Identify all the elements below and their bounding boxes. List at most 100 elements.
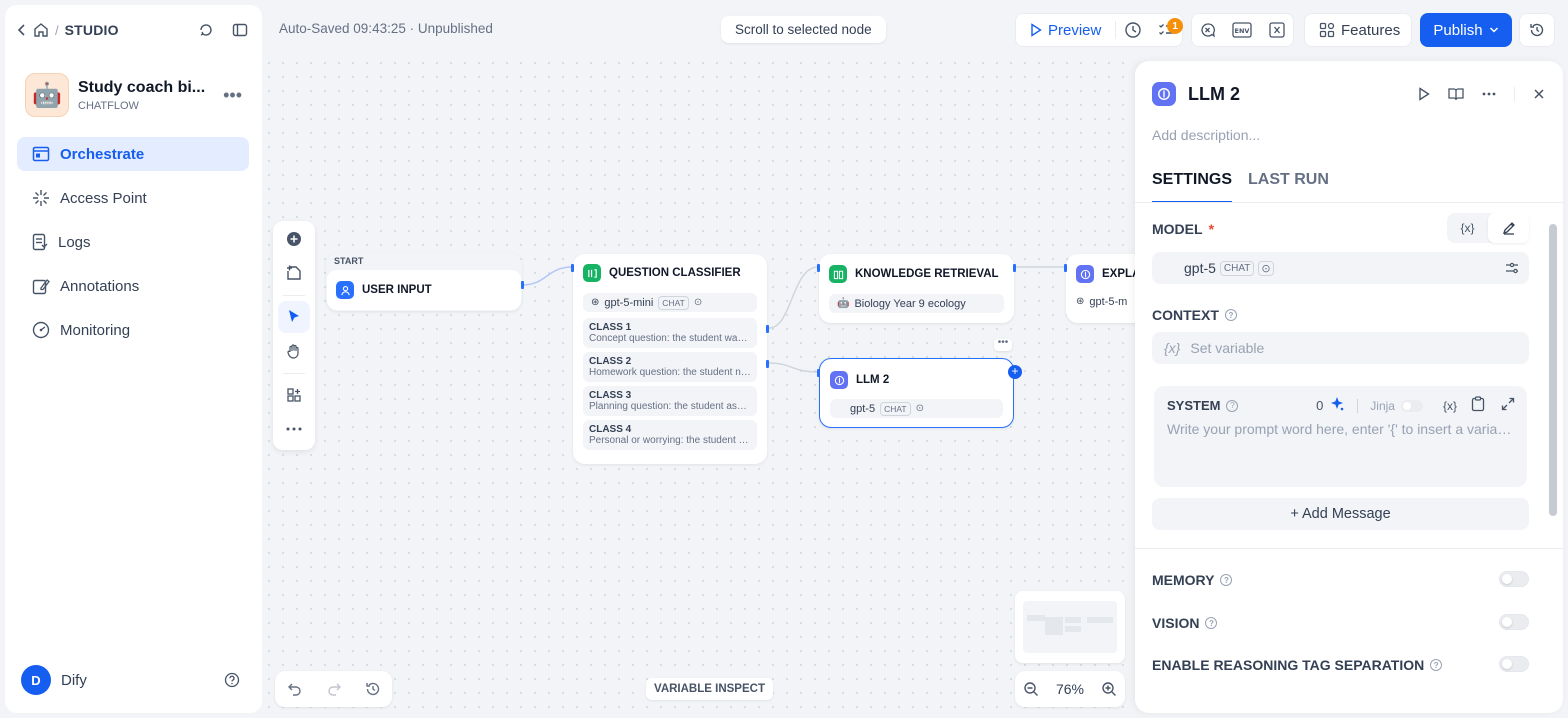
class-item[interactable]: CLASS 2 Homework question: the student n… — [583, 352, 757, 382]
add-message-button[interactable]: + Add Message — [1152, 498, 1529, 530]
preview-button[interactable]: Preview — [1016, 22, 1115, 39]
memory-toggle[interactable] — [1499, 571, 1529, 587]
system-prompt-editor[interactable]: SYSTEM ? 0 Jinja {x} Write your prompt w… — [1154, 386, 1527, 487]
node-input-handle[interactable] — [817, 369, 820, 377]
sidebar-item-access-point[interactable]: Access Point — [17, 181, 249, 215]
features-button[interactable]: Features — [1305, 22, 1414, 39]
sidebar-item-orchestrate[interactable]: Orchestrate — [17, 137, 249, 171]
help-docs-icon[interactable] — [1448, 87, 1464, 101]
sidebar-item-annotations[interactable]: Annotations — [17, 269, 249, 303]
edit-mode-button[interactable] — [1488, 213, 1529, 243]
add-node-button[interactable] — [278, 223, 310, 255]
node-output-handle[interactable] — [521, 281, 524, 289]
sidebar-header: / STUDIO — [17, 19, 248, 41]
class-item[interactable]: CLASS 4 Personal or worrying: the studen… — [583, 420, 757, 450]
variable-inspect-button[interactable]: VARIABLE INSPECT — [646, 678, 773, 700]
tab-settings[interactable]: SETTINGS — [1152, 171, 1233, 203]
avatar[interactable]: D — [21, 665, 51, 695]
undo-icon[interactable] — [287, 682, 303, 696]
annotations-icon — [32, 277, 50, 295]
more-icon[interactable] — [1482, 92, 1496, 96]
tab-last-run[interactable]: LAST RUN — [1248, 171, 1329, 203]
svg-text:ENV: ENV — [1235, 27, 1250, 35]
run-node-icon[interactable] — [1418, 87, 1430, 101]
model-selector[interactable]: gpt-5 CHAT ⊙ — [1152, 252, 1529, 284]
sidebar: / STUDIO 🤖 Study coach bi... CHATFLOW ••… — [5, 5, 262, 713]
add-note-button[interactable] — [278, 257, 310, 289]
class2-output-handle[interactable] — [766, 360, 769, 368]
publish-button[interactable]: Publish — [1420, 13, 1512, 47]
clipboard-icon[interactable] — [1471, 396, 1485, 415]
node-start[interactable]: START USER INPUT — [326, 253, 524, 311]
checklist-icon[interactable]: 1 — [1149, 18, 1184, 38]
history-button[interactable] — [1519, 13, 1555, 47]
pointer-mode-button[interactable] — [278, 301, 310, 333]
variable-mode-button[interactable]: {x} — [1447, 213, 1488, 243]
close-icon[interactable] — [1533, 88, 1545, 100]
panel-title[interactable]: LLM 2 — [1188, 84, 1240, 105]
jinja-toggle[interactable] — [1400, 399, 1423, 412]
reasoning-toggle[interactable] — [1499, 656, 1529, 672]
sidebar-item-monitoring[interactable]: Monitoring — [17, 313, 249, 347]
info-icon: ? — [1220, 574, 1233, 586]
panel-header: LLM 2 — [1152, 82, 1545, 106]
node-more-icon[interactable]: ••• — [994, 338, 1012, 351]
checklist-badge: 1 — [1167, 18, 1184, 34]
breadcrumb-studio[interactable]: STUDIO — [65, 22, 119, 38]
scroll-to-selected-node-button[interactable]: Scroll to selected node — [721, 16, 886, 43]
zoom-in-icon[interactable] — [1101, 681, 1117, 697]
vision-toggle[interactable] — [1499, 614, 1529, 630]
chevron-left-icon[interactable] — [17, 23, 27, 37]
global-variables-icon[interactable] — [1269, 22, 1285, 38]
zoom-controls: 76% — [1015, 671, 1125, 707]
node-input-handle[interactable] — [571, 264, 574, 272]
edge-class2-llm2 — [768, 362, 819, 373]
history-icon — [1530, 23, 1544, 37]
llm-icon — [1152, 82, 1176, 106]
context-variable-input[interactable]: {x} Set variable — [1152, 332, 1529, 364]
panel-scrollbar[interactable] — [1549, 224, 1557, 516]
run-history-icon[interactable] — [1116, 21, 1149, 39]
sidebar-item-label: Logs — [58, 233, 91, 251]
env-variables-icon[interactable]: ENV — [1232, 22, 1253, 38]
app-card[interactable]: 🤖 Study coach bi... CHATFLOW ••• — [25, 73, 242, 117]
node-knowledge-retrieval[interactable]: KNOWLEDGE RETRIEVAL 🤖 Biology Year 9 eco… — [817, 254, 1016, 323]
app-type: CHATFLOW — [78, 99, 139, 112]
redo-icon[interactable] — [326, 682, 342, 696]
help-icon[interactable] — [224, 672, 240, 688]
system-prompt-input[interactable]: Write your prompt word here, enter '{' t… — [1167, 421, 1513, 437]
insert-variable-icon[interactable]: {x} — [1443, 399, 1457, 413]
sparkle-icon[interactable] — [1329, 396, 1345, 415]
collapse-sidebar-icon[interactable] — [232, 22, 248, 38]
model-params-icon[interactable] — [1505, 262, 1519, 274]
node-input-handle[interactable] — [817, 264, 820, 272]
version-history-icon[interactable] — [365, 681, 381, 697]
user-input-icon — [336, 281, 354, 299]
node-llm-2[interactable]: LLM 2 gpt-5 CHAT ⊙ + — [817, 358, 1022, 428]
expand-icon[interactable] — [1501, 397, 1515, 414]
zoom-level[interactable]: 76% — [1056, 681, 1084, 697]
node-input-handle[interactable] — [1064, 264, 1067, 272]
organize-blocks-button[interactable] — [278, 379, 310, 411]
class-item[interactable]: CLASS 3 Planning question: the student a… — [583, 386, 757, 416]
minimap[interactable] — [1015, 591, 1125, 663]
conversation-variables-icon[interactable] — [1200, 22, 1216, 38]
node-title: LLM 2 — [856, 374, 890, 386]
switch-app-icon[interactable] — [198, 22, 214, 38]
class-item[interactable]: CLASS 1 Concept question: the student wa… — [583, 318, 757, 348]
sidebar-item-logs[interactable]: Logs — [17, 225, 249, 259]
more-icon[interactable]: ••• — [223, 85, 242, 106]
more-tools-button[interactable] — [278, 413, 310, 445]
home-icon[interactable] — [33, 22, 49, 38]
hand-mode-button[interactable] — [278, 335, 310, 367]
breadcrumb-separator: / — [55, 22, 59, 38]
class1-output-handle[interactable] — [766, 325, 769, 333]
node-question-classifier[interactable]: QUESTION CLASSIFIER ⊛ gpt-5-mini CHAT ⊙ … — [571, 254, 769, 464]
node-settings-panel: LLM 2 Add description... SETTINGS LAST R… — [1135, 61, 1563, 713]
logs-icon — [32, 233, 48, 251]
add-next-node-icon[interactable]: + — [1008, 365, 1022, 379]
zoom-out-icon[interactable] — [1023, 681, 1039, 697]
node-output-handle[interactable] — [1013, 264, 1016, 272]
description-input[interactable]: Add description... — [1152, 127, 1260, 143]
user-name[interactable]: Dify — [61, 672, 87, 689]
